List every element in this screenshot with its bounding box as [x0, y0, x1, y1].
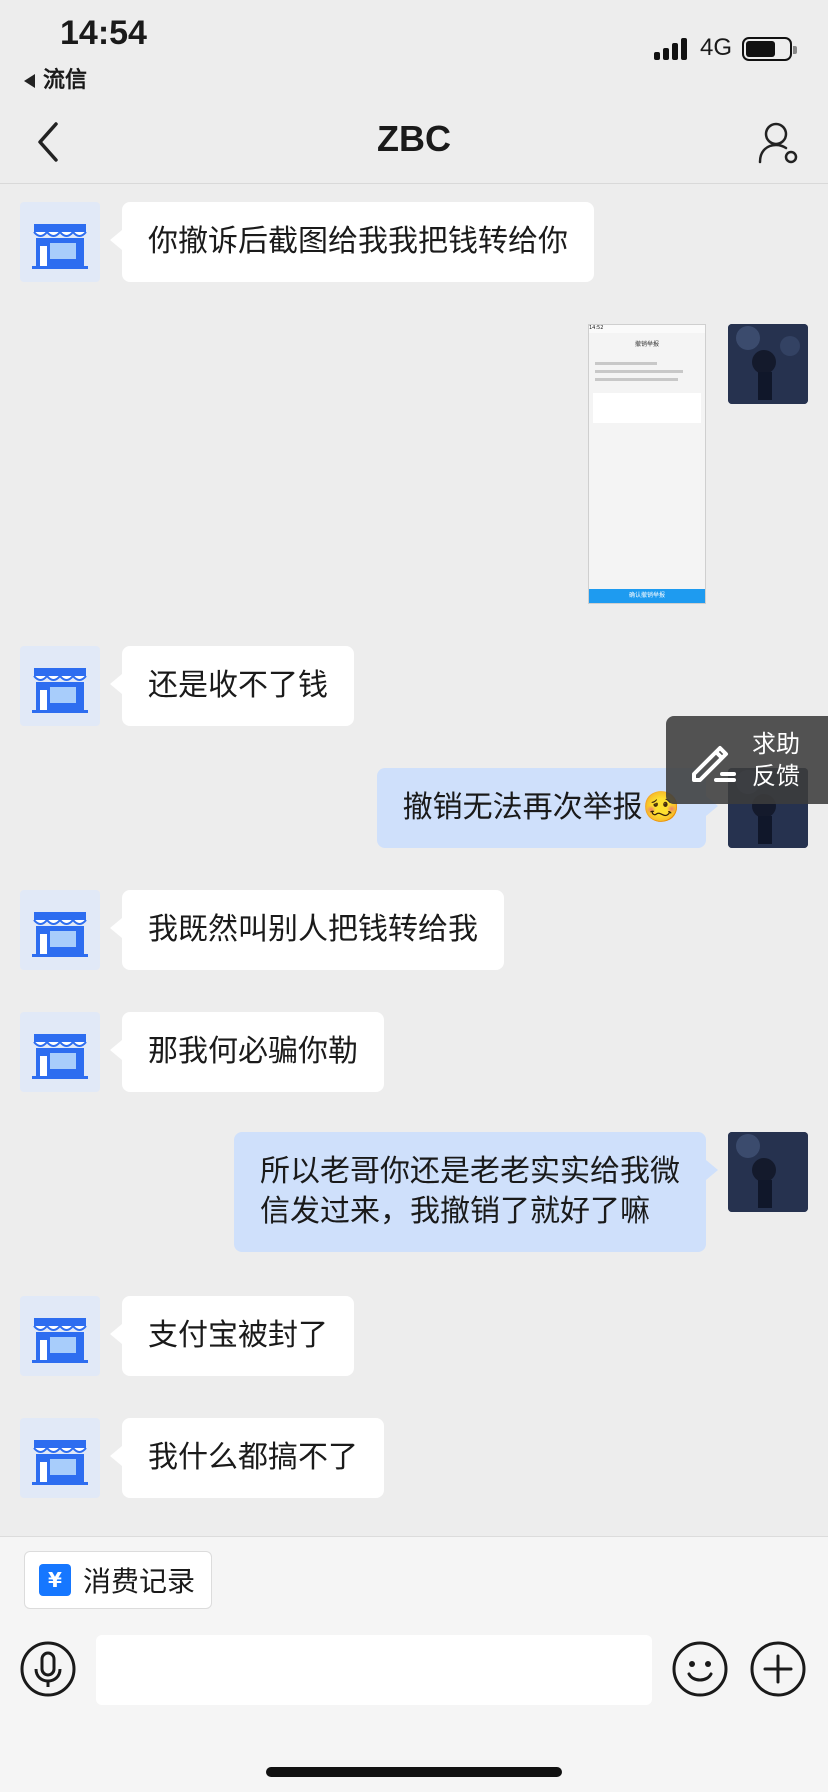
- preview-confirm-button: 确认撤销举报: [589, 589, 705, 603]
- feedback-label-line2: 反馈: [752, 762, 800, 790]
- cellular-signal-icon: [654, 36, 690, 60]
- message-bubble-outgoing[interactable]: 撤销无法再次举报🥴: [376, 768, 719, 848]
- preview-time: 14:52: [589, 325, 604, 331]
- plus-icon[interactable]: [750, 1641, 806, 1697]
- help-feedback-button[interactable]: 求助 反馈: [666, 716, 828, 804]
- shop-avatar[interactable]: [20, 1418, 100, 1498]
- consumption-record-label: 消费记录: [83, 1565, 196, 1598]
- message-bubble-outgoing[interactable]: 所以老哥你还是老老实实给我微 信发过来，我撤销了就好了嘛: [234, 1132, 718, 1252]
- preview-title: 撤销举报: [634, 341, 659, 348]
- page-title: ZBC: [377, 118, 451, 159]
- shop-avatar[interactable]: [20, 890, 100, 970]
- store-icon: [32, 224, 88, 269]
- status-bar: 14:54 流信 4G: [0, 0, 828, 100]
- feedback-label-line1: 求助: [752, 730, 800, 758]
- emoji-icon[interactable]: [672, 1641, 728, 1697]
- user-settings-icon[interactable]: [756, 120, 802, 166]
- shop-avatar[interactable]: [20, 646, 100, 726]
- microphone-icon[interactable]: [20, 1641, 76, 1697]
- consumption-record-button[interactable]: ¥ 消费记录: [24, 1551, 213, 1609]
- back-triangle-icon: [24, 74, 35, 88]
- store-icon: [32, 912, 88, 957]
- store-icon: [32, 1440, 88, 1485]
- message-input[interactable]: [96, 1635, 652, 1705]
- shop-avatar[interactable]: [20, 1296, 100, 1376]
- message-bubble-incoming[interactable]: 那我何必骗你勒: [110, 1012, 384, 1092]
- message-bubble-incoming[interactable]: 还是收不了钱: [110, 646, 354, 726]
- message-bubble-incoming[interactable]: 支付宝被封了: [110, 1296, 354, 1376]
- pen-icon: [692, 746, 736, 782]
- user-avatar[interactable]: [728, 1132, 808, 1212]
- nav-bar: ZBC: [0, 100, 828, 184]
- input-area: ¥ 消费记录: [0, 1536, 828, 1792]
- store-icon: [32, 1318, 88, 1363]
- message-line: 信发过来，我撤销了就好了嘛: [260, 1194, 650, 1229]
- message-line: 所以老哥你还是老老实实给我微: [260, 1154, 680, 1189]
- home-indicator: [266, 1767, 562, 1777]
- store-icon: [32, 1034, 88, 1079]
- shop-avatar[interactable]: [20, 202, 100, 282]
- screenshot-image-message[interactable]: 14:52 撤销举报 确认撤销举报: [588, 324, 706, 604]
- anime-girl-avatar-icon: [728, 324, 808, 404]
- back-app-label: 流信: [43, 68, 88, 93]
- message-bubble-incoming[interactable]: 我既然叫别人把钱转给我: [110, 890, 504, 970]
- shop-avatar[interactable]: [20, 1012, 100, 1092]
- user-avatar[interactable]: [728, 324, 808, 404]
- back-to-app-link[interactable]: 流信: [24, 62, 87, 94]
- anime-girl-avatar-icon: [728, 1132, 808, 1212]
- status-time: 14:54: [60, 14, 147, 52]
- message-bubble-incoming[interactable]: 我什么都搞不了: [110, 1418, 384, 1498]
- message-bubble-incoming[interactable]: 你撤诉后截图给我我把钱转给你: [110, 202, 594, 282]
- network-type: 4G: [700, 34, 733, 61]
- battery-icon: [742, 37, 797, 61]
- store-icon: [32, 668, 88, 713]
- receipt-icon: ¥: [39, 1564, 71, 1596]
